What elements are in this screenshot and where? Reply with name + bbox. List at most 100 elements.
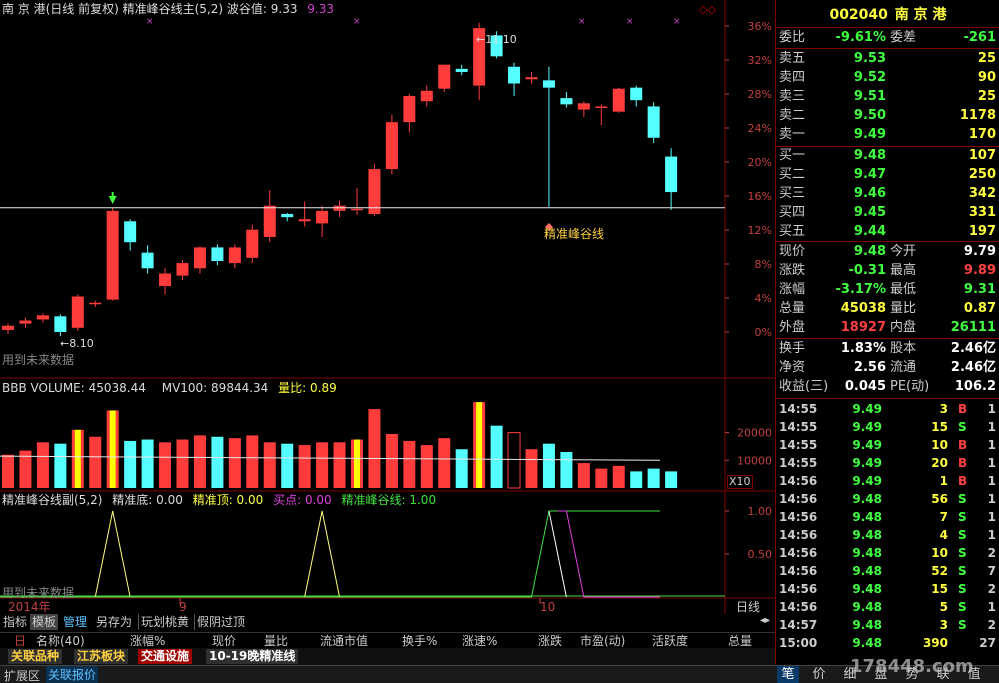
chart-area[interactable]: 36% 32% 28% 24% 20% 16% 12% 8% 4% 0% × × × × × 20000 100… [0,0,775,614]
status-related-quote[interactable]: 关联报价 [46,666,99,683]
stock-name: 南 京 港 [894,7,947,23]
col-speed[interactable]: 涨速% [462,633,497,649]
bid-price: 9.47 [853,167,886,182]
period-label[interactable]: 日线 [736,599,760,615]
stat2-value: 2.46亿 [950,341,996,356]
volume-bar [630,471,643,488]
col-pe[interactable]: 市盈(动) [580,633,625,649]
col-name[interactable]: 名称(40) [36,633,85,649]
volume-bar-rect [2,454,14,488]
tab-template[interactable]: 模板 [30,614,59,630]
stat-row: 外盘 18927 内盘 26111 [776,319,999,337]
volume-bar-rect [211,436,224,488]
col-volume-ratio[interactable]: 量比 [264,633,288,649]
candle-body [89,302,102,305]
right-tab[interactable]: 势 [901,666,923,683]
block-tab-custom[interactable]: 10-19晚精准线 [206,649,299,664]
ask-row[interactable]: 卖三 9.51 25 [776,88,999,106]
status-extend[interactable]: 扩展区 [4,667,40,683]
tick-side: S [958,510,967,524]
sub-title-line: 精准峰谷线: 1.00 [341,493,437,507]
block-tab-related[interactable]: 关联品种 [8,649,63,664]
ask-row[interactable]: 卖五 9.53 25 [776,50,999,68]
stat-label: 外盘 [779,320,806,335]
ask-row[interactable]: 卖四 9.52 90 [776,69,999,87]
sub-title-buy: 买点: 0.00 [273,493,332,507]
peak-valley-line-sub [0,510,660,598]
ask-row[interactable]: 卖一 9.49 170 [776,126,999,144]
candle-body [263,205,276,237]
col-turnover[interactable]: 换手% [402,633,437,649]
tab-formula-2[interactable]: 假阴过顶 [194,614,247,630]
diamond-icons[interactable]: ◇◇ [699,3,716,16]
tick-price: 9.48 [852,582,882,596]
candle [560,91,573,108]
volume-bar [507,432,521,489]
bid-row[interactable]: 买一 9.48 107 [776,147,999,165]
col-float-cap[interactable]: 流通市值 [320,633,368,649]
bid-row[interactable]: 买五 9.44 197 [776,223,999,241]
tick-time: 14:55 [779,438,818,452]
candle [595,104,608,126]
block-tab-transport[interactable]: 交通设施 [138,649,193,664]
signal-mark-icon: × [673,17,681,27]
volume-bar-rect [507,432,521,489]
tick-volume: 3 [939,402,948,416]
stat-label: 内盘 [890,320,917,335]
candle-body [159,273,172,287]
col-price[interactable]: 现价 [212,633,236,649]
col-change-abs[interactable]: 涨跌 [538,633,562,649]
candle [89,300,102,307]
candle [385,114,398,175]
weicha-value: -261 [963,30,996,45]
candle [159,268,172,295]
volume-bar-rect [246,435,259,488]
bid-volume: 107 [968,148,996,163]
tick-time: 14:56 [779,474,818,488]
tick-time: 14:56 [779,600,818,614]
right-tab[interactable]: 笔 [777,666,799,683]
stat-value: 18927 [840,320,886,335]
sub-title-name: 精准峰谷线副(5,2) [2,493,103,507]
right-tab[interactable]: 价 [808,666,830,683]
tick-time: 14:56 [779,528,818,542]
tab-arrows[interactable]: ◂▸ [760,615,770,626]
bid-row[interactable]: 买四 9.45 331 [776,204,999,222]
right-tab[interactable]: 值 [963,666,985,683]
kline-chart[interactable]: 36%32%28%24%20%16%12%8%4%0%× × × × ×20000100… [0,0,775,614]
right-tab[interactable]: 联 [932,666,954,683]
volume-bar-rect [403,440,416,488]
tab-indicator[interactable]: 指标 [1,614,29,630]
volume-bar-rect [89,436,102,488]
volume-title-lb: 量比: 0.89 [278,381,337,395]
tick-row: 14:56 9.48 7 S 1 [776,508,999,526]
tab-formula-1[interactable]: 玩划桃黄 [138,614,191,630]
stat2-label: 换手 [779,341,806,356]
sub-title-top: 精准顶: 0.00 [192,493,264,507]
bid-row[interactable]: 买三 9.46 342 [776,185,999,203]
ask-label: 卖四 [779,70,806,85]
tab-save-as[interactable]: 另存为 [94,614,134,630]
volume-bar-rect [647,468,660,488]
precise-top-peak [94,510,131,598]
y-tick-label: 0% [755,326,772,339]
ask-price: 9.52 [853,70,886,85]
y-tick-label: 24% [748,122,772,135]
tick-count: 1 [987,456,996,470]
volume-bar [316,442,329,488]
bid-row[interactable]: 买二 9.47 250 [776,166,999,184]
col-total[interactable]: 总量 [728,633,752,649]
tick-time: 14:56 [779,582,818,596]
block-tab-jiangsu[interactable]: 江苏板块 [74,649,129,664]
tick-row: 14:55 9.49 10 B 1 [776,436,999,454]
col-change[interactable]: 涨幅% [130,633,165,649]
bid-volume: 197 [968,224,996,239]
tab-manage[interactable]: 管理 [61,614,89,630]
right-tab[interactable]: 细 [839,666,861,683]
col-activity[interactable]: 活跃度 [652,633,688,649]
tick-volume: 5 [939,600,948,614]
bid-price: 9.48 [853,148,886,163]
ask-row[interactable]: 卖二 9.50 1178 [776,107,999,125]
right-tab[interactable]: 盘 [870,666,892,683]
volume-bar [455,449,468,488]
